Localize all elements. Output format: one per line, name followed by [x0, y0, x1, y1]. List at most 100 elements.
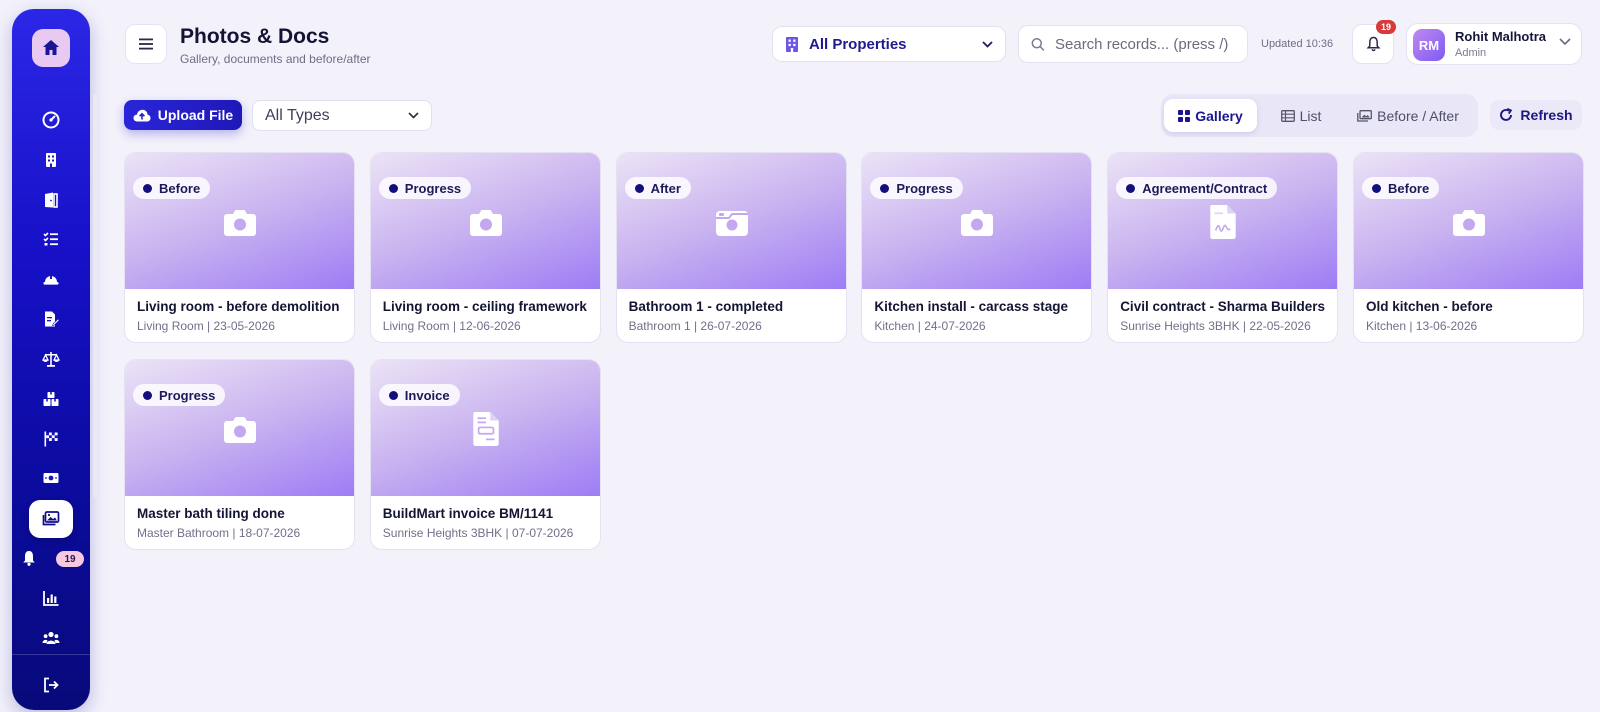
camera-retro-icon — [713, 203, 751, 241]
card-meta: Sunrise Heights 3BHK | 22-05-2026 — [1120, 319, 1311, 333]
sidebar-item-rooms[interactable] — [12, 183, 90, 217]
sidebar-item-legal[interactable] — [12, 342, 90, 376]
team-icon — [42, 631, 60, 644]
chevron-down-icon — [982, 40, 993, 48]
sidebar-divider — [12, 654, 90, 655]
camera-icon — [958, 203, 996, 241]
grid-icon — [1178, 109, 1191, 122]
contract-icon — [1204, 203, 1242, 241]
home-logo-button[interactable] — [32, 29, 70, 67]
tag-dot — [1126, 183, 1136, 193]
user-role: Admin — [1455, 47, 1487, 59]
view-before-after-button[interactable]: Before / After — [1344, 99, 1472, 132]
hamburger-icon — [139, 38, 153, 50]
sidebar-item-contractors[interactable] — [12, 262, 90, 296]
view-list-button[interactable]: List — [1262, 99, 1340, 132]
notification-count-badge: 19 — [56, 551, 84, 567]
card-tag-label: Progress — [404, 180, 462, 196]
home-icon — [43, 40, 59, 55]
gallery-card[interactable]: Invoice BuildMart invoice BM/1141 Sunrise … — [369, 359, 601, 550]
tag-dot — [388, 183, 398, 193]
view-list-label: List — [1299, 107, 1322, 124]
tag-dot — [143, 183, 152, 193]
table-icon — [1280, 109, 1295, 122]
sidebar-item-quotes[interactable] — [12, 302, 90, 336]
chart-icon — [43, 591, 59, 606]
page-title: Photos & Docs — [180, 25, 330, 48]
card-title: Master bath tiling done — [137, 506, 285, 521]
logout-icon — [44, 677, 59, 693]
sidebar-item-reports[interactable] — [12, 581, 90, 615]
hardhat-icon — [43, 274, 59, 285]
page-subtitle: Gallery, documents and before/after — [180, 52, 371, 66]
card-thumbnail[interactable]: Progress — [370, 153, 600, 289]
gallery-card[interactable]: Agreement/Contract Civil contract - Sharm… — [1107, 152, 1339, 343]
card-meta: Kitchen | 13-06-2026 — [1366, 319, 1478, 333]
gallery-card[interactable]: Progress Master bath tiling done Master Ba… — [124, 359, 355, 550]
building-icon — [46, 153, 56, 167]
user-menu[interactable]: RM Rohit Malhotra Admin — [1406, 23, 1582, 65]
card-thumbnail[interactable]: Progress — [862, 153, 1092, 289]
upload-file-button[interactable]: Upload File — [124, 100, 242, 130]
camera-icon — [467, 203, 505, 241]
card-meta: Kitchen | 24-07-2026 — [874, 319, 986, 333]
card-tag: After — [624, 177, 691, 199]
card-tag: Agreement/Contract — [1116, 177, 1278, 199]
sidebar-item-dashboard[interactable] — [12, 103, 90, 137]
card-thumbnail[interactable]: Before — [125, 153, 354, 289]
sidebar-item-tasks[interactable] — [12, 222, 90, 256]
card-tag: Before — [1362, 177, 1440, 199]
card-thumbnail[interactable]: Before — [1354, 153, 1583, 289]
sidebar-item-payments[interactable] — [12, 461, 90, 495]
sidebar-item-milestones[interactable] — [12, 422, 90, 456]
gallery-card[interactable]: After Bathroom 1 - completed Bathroom 1 | … — [615, 152, 847, 343]
card-title: BuildMart invoice BM/1141 — [382, 506, 554, 521]
images-icon — [1357, 109, 1373, 122]
card-tag-label: Invoice — [404, 387, 450, 403]
card-title: Old kitchen - before — [1366, 299, 1493, 314]
boxes-icon — [43, 392, 59, 406]
sidebar-scrollbar[interactable] — [93, 94, 97, 497]
checklist-icon — [43, 232, 58, 246]
menu-toggle-button[interactable] — [125, 24, 167, 64]
bell-icon — [1366, 36, 1380, 52]
card-meta: Master Bathroom | 18-07-2026 — [137, 526, 301, 540]
user-name: Rohit Malhotra — [1455, 29, 1546, 44]
card-thumbnail[interactable]: Agreement/Contract — [1108, 153, 1338, 289]
invoice-icon — [467, 410, 505, 448]
card-meta: Living Room | 12-06-2026 — [382, 319, 521, 333]
logout-button[interactable] — [12, 668, 90, 702]
sidebar: 19 — [12, 9, 97, 710]
card-thumbnail[interactable]: Progress — [125, 360, 354, 496]
card-title: Bathroom 1 - completed — [628, 299, 784, 314]
camera-icon — [221, 203, 259, 241]
gallery-card[interactable]: Before Living room - before demolition Liv… — [124, 152, 355, 343]
sidebar-item-properties[interactable] — [12, 143, 90, 177]
card-tag: Progress — [870, 177, 963, 199]
card-thumbnail[interactable]: After — [616, 153, 846, 289]
view-before-after-label: Before / After — [1377, 107, 1459, 124]
card-tag-label: Progress — [896, 180, 953, 196]
gallery-card[interactable]: Progress Living room - ceiling framework L… — [369, 152, 601, 343]
type-filter-value: All Types — [265, 106, 330, 124]
flag-icon — [44, 431, 58, 447]
images-icon — [42, 511, 60, 526]
gallery-card[interactable]: Before Old kitchen - before Kitchen | 13-0… — [1353, 152, 1584, 343]
sidebar-item-photos-docs[interactable] — [12, 499, 90, 539]
refresh-button[interactable]: Refresh — [1490, 100, 1582, 130]
view-gallery-button[interactable]: Gallery — [1164, 99, 1257, 132]
card-tag: Progress — [378, 177, 472, 199]
type-filter-select[interactable]: All Types — [252, 100, 432, 131]
door-icon — [45, 192, 58, 208]
card-meta: Living Room | 23-05-2026 — [137, 319, 275, 333]
search-input[interactable] — [1055, 35, 1235, 53]
property-select-value: All Properties — [809, 35, 907, 53]
card-meta: Bathroom 1 | 26-07-2026 — [628, 319, 762, 333]
card-thumbnail[interactable]: Invoice — [370, 360, 600, 496]
sidebar-item-materials[interactable] — [12, 382, 90, 416]
card-title: Kitchen install - carcass stage — [874, 299, 1068, 314]
sidebar-item-team[interactable] — [12, 621, 90, 655]
property-select[interactable]: All Properties — [772, 26, 1006, 62]
gallery-card[interactable]: Progress Kitchen install - carcass stage K… — [861, 152, 1093, 343]
search-box[interactable] — [1018, 25, 1248, 63]
